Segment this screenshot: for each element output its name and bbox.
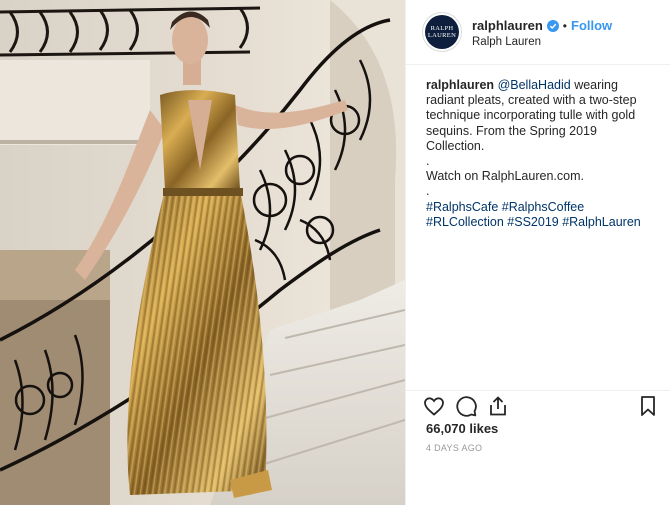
post-side-panel: RALPH LAUREN ralphlauren • Follow Ralph … [406, 0, 670, 505]
comment-button[interactable] [452, 392, 480, 420]
verified-badge-icon [546, 19, 559, 32]
action-bar [406, 390, 670, 421]
bookmark-icon [641, 396, 655, 416]
share-button[interactable] [484, 392, 512, 420]
post-photo[interactable] [0, 0, 405, 505]
caption-watch-link[interactable]: Watch on RalphLauren.com. [426, 169, 656, 184]
follow-button[interactable]: Follow [571, 18, 612, 33]
full-name: Ralph Lauren [472, 35, 542, 48]
caption-hashtags-1[interactable]: #RalphsCafe #RalphsCoffee [426, 200, 656, 215]
post-caption: ralphlauren @BellaHadid wearing radiant … [426, 78, 656, 230]
caption-username[interactable]: ralphlauren [426, 78, 494, 92]
post-image [0, 0, 405, 505]
like-button[interactable] [420, 392, 448, 420]
post-header: RALPH LAUREN ralphlauren • Follow Ralph … [406, 0, 670, 65]
header-text: ralphlauren • Follow Ralph Lauren [472, 17, 612, 48]
header-separator: • [562, 18, 567, 33]
comment-icon [456, 396, 477, 417]
username-link[interactable]: ralphlauren [472, 18, 543, 33]
caption-hashtags-2[interactable]: #RLCollection #SS2019 #RalphLauren [426, 215, 656, 230]
instagram-post: RALPH LAUREN ralphlauren • Follow Ralph … [0, 0, 670, 505]
share-icon [490, 396, 506, 416]
avatar-text-line1: RALPH [430, 25, 454, 32]
caption-dot-1: . [426, 154, 430, 169]
caption-mention[interactable]: @BellaHadid [498, 78, 571, 92]
avatar[interactable]: RALPH LAUREN [422, 12, 462, 52]
caption-dot-2: . [426, 184, 430, 199]
avatar-text-line2: LAUREN [427, 32, 457, 39]
avatar-logo: RALPH LAUREN [425, 15, 459, 49]
heart-icon [424, 397, 444, 416]
likes-count[interactable]: 66,070 likes [426, 421, 498, 436]
save-button[interactable] [634, 392, 662, 420]
post-date[interactable]: 4 DAYS AGO [426, 443, 482, 453]
